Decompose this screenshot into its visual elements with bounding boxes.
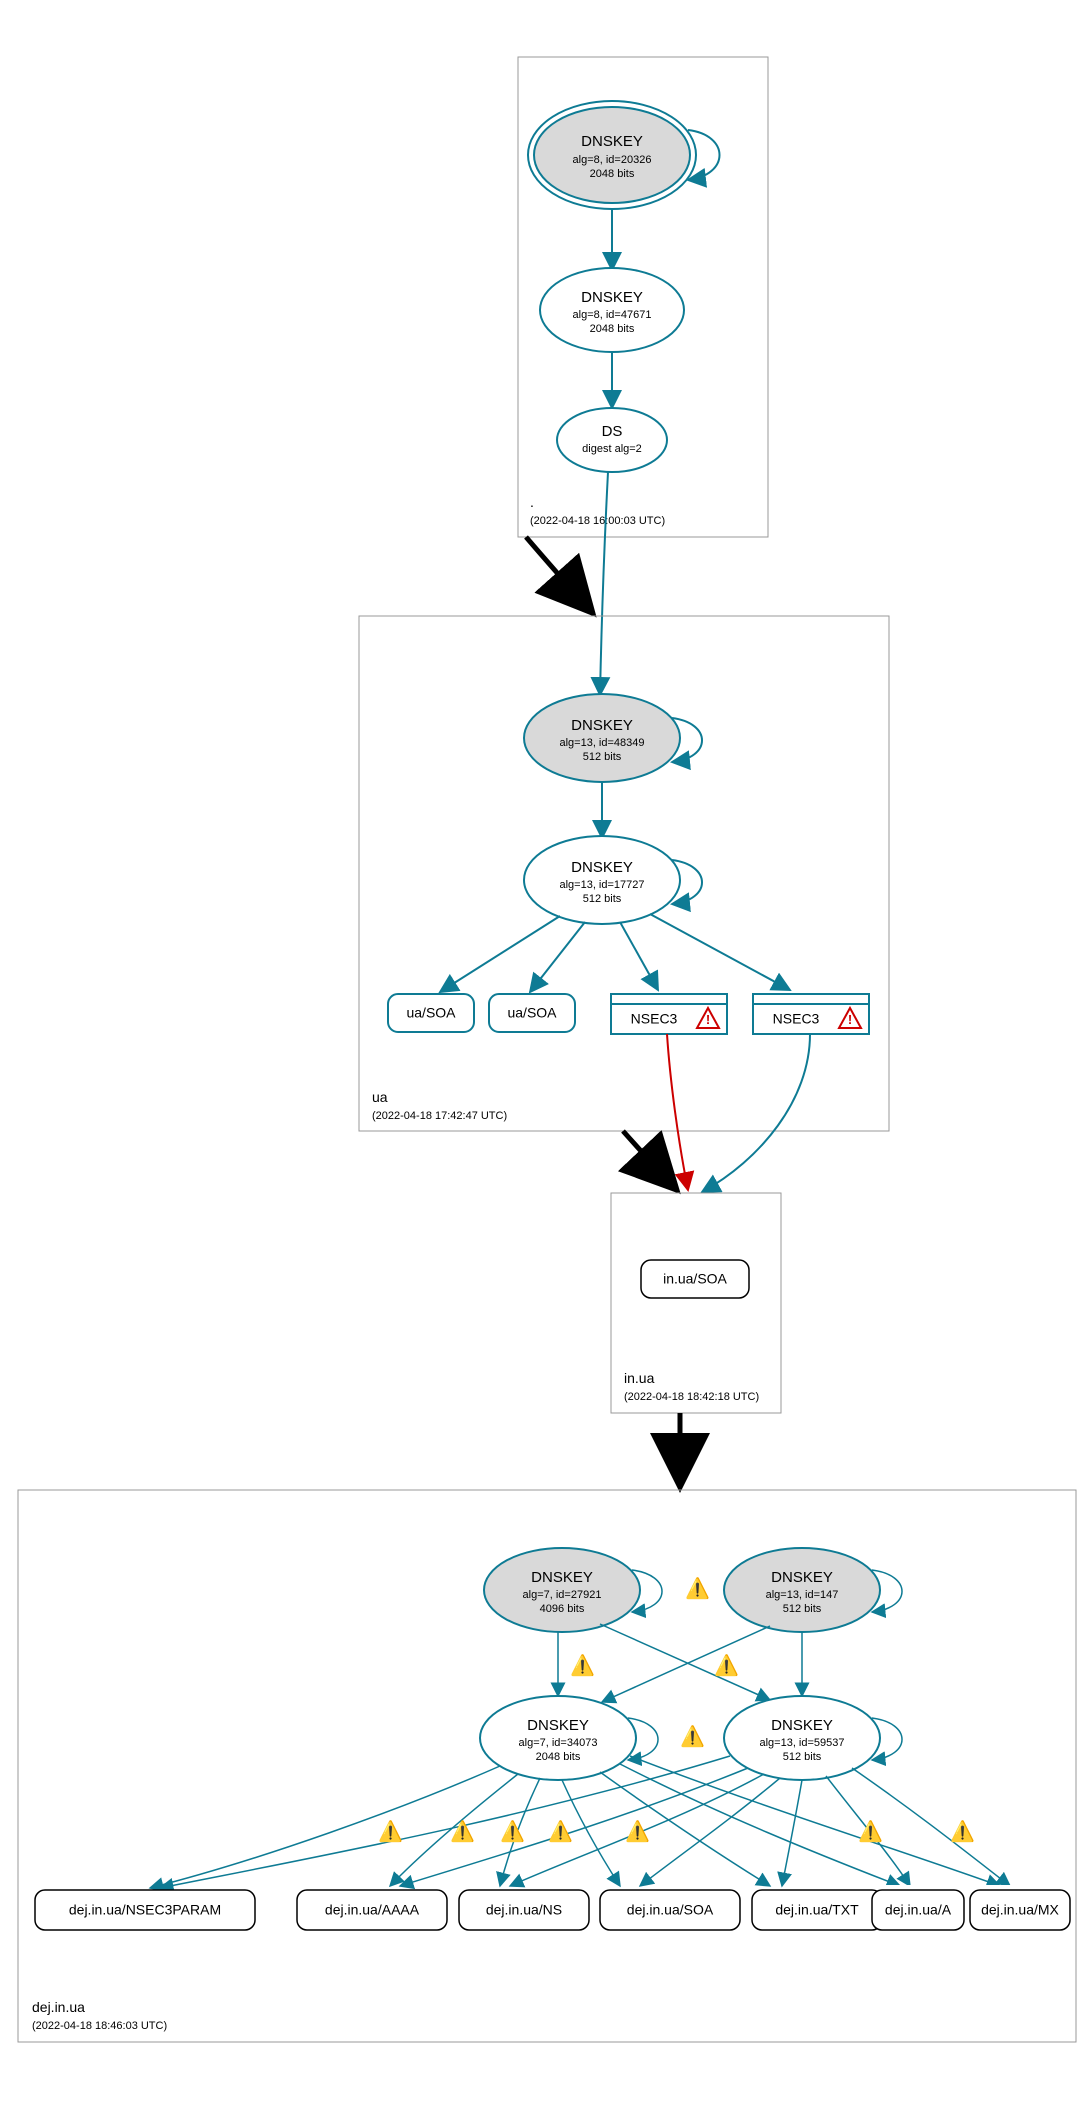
overlay-mx: dej.in.ua/A dej.in.ua/MX — [0, 0, 1091, 2123]
svg-text:dej.in.ua/A: dej.in.ua/A — [885, 1902, 952, 1918]
svg-text:dej.in.ua/MX: dej.in.ua/MX — [981, 1902, 1059, 1918]
